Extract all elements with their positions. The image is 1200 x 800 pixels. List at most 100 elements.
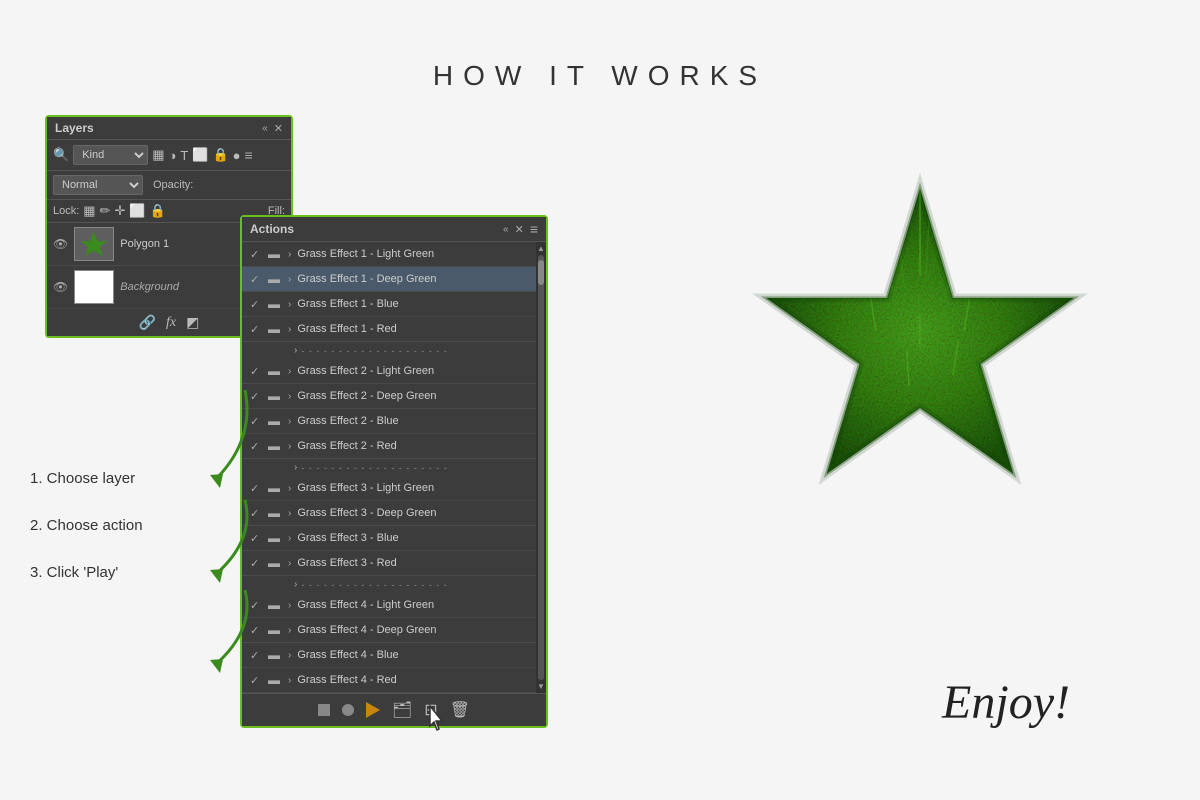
lock-move-icon[interactable]: ✛ <box>115 203 126 219</box>
actions-menu-icon[interactable]: ≡ <box>530 221 538 237</box>
search-icon[interactable]: 🔍 <box>53 147 69 163</box>
action-item-g1-red[interactable]: ✓ ▬ › Grass Effect 1 - Red <box>242 317 536 342</box>
lock-label: Lock: <box>53 205 79 217</box>
page-title: HOW IT WORKS <box>433 60 767 92</box>
chevron-right-icon: › <box>288 483 291 494</box>
mask-icon[interactable]: ◩ <box>186 314 199 331</box>
pixel-icon[interactable]: ▦ <box>152 147 164 163</box>
action-name: Grass Effect 3 - Deep Green <box>297 507 528 519</box>
record-button[interactable] <box>342 704 354 716</box>
action-doc-icon: ▬ <box>268 247 282 261</box>
action-item-g4-light-green[interactable]: ✓ ▬ › Grass Effect 4 - Light Green <box>242 593 536 618</box>
actions-footer: 🗂 ⊞ 🗑 <box>242 693 546 726</box>
action-item-g3-blue[interactable]: ✓ ▬ › Grass Effect 3 - Blue <box>242 526 536 551</box>
actions-close-icon[interactable]: ✕ <box>515 223 524 236</box>
shape-icon[interactable]: ⬜ <box>192 147 208 163</box>
scroll-up-arrow[interactable]: ▲ <box>537 244 545 253</box>
link-icon[interactable]: 🔗 <box>139 314 156 331</box>
chevron-right-icon: › <box>288 508 291 519</box>
separator-3: › - - - - - - - - - - - - - - - - - - - … <box>242 576 536 593</box>
arrow-choose-layer <box>185 380 265 500</box>
action-name: Grass Effect 1 - Deep Green <box>297 273 528 285</box>
smart-icon[interactable]: 🔒 <box>212 147 228 163</box>
action-doc-icon: ▬ <box>268 673 282 687</box>
separator-line: - - - - - - - - - - - - - - - - - - - - <box>301 580 447 590</box>
stop-button[interactable] <box>318 704 330 716</box>
action-item-g1-blue[interactable]: ✓ ▬ › Grass Effect 1 - Blue <box>242 292 536 317</box>
layers-row2: Normal Opacity: <box>47 171 291 200</box>
check-icon: ✓ <box>250 323 262 336</box>
chevron-right-icon: › <box>288 650 291 661</box>
type-icon[interactable]: T <box>180 148 188 163</box>
hamburger-icon[interactable]: ≡ <box>245 147 253 163</box>
kind-select[interactable]: Kind <box>73 145 148 165</box>
instruction-step3: 3. Click 'Play' <box>30 564 143 581</box>
action-name: Grass Effect 4 - Blue <box>297 649 528 661</box>
actions-list: ✓ ▬ › Grass Effect 1 - Light Green ✓ ▬ ›… <box>242 242 536 693</box>
action-doc-icon: ▬ <box>268 623 282 637</box>
action-name: Grass Effect 3 - Blue <box>297 532 528 544</box>
fx-icon[interactable]: fx <box>166 315 176 331</box>
actions-panel-controls: « ✕ ≡ <box>503 221 538 237</box>
action-item-g2-light-green[interactable]: ✓ ▬ › Grass Effect 2 - Light Green <box>242 359 536 384</box>
chevron-right-icon: › <box>288 441 291 452</box>
instructions: 1. Choose layer 2. Choose action 3. Clic… <box>30 470 143 611</box>
collapse-icon[interactable]: « <box>262 123 268 134</box>
action-doc-icon: ▬ <box>268 439 282 453</box>
action-doc-icon: ▬ <box>268 272 282 286</box>
action-doc-icon: ▬ <box>268 648 282 662</box>
chevron-right-icon: › <box>288 249 291 260</box>
eye-icon[interactable]: 👁 <box>53 237 68 251</box>
scroll-handle[interactable] <box>538 260 544 285</box>
action-item-g3-light-green[interactable]: ✓ ▬ › Grass Effect 3 - Light Green <box>242 476 536 501</box>
action-doc-icon: ▬ <box>268 531 282 545</box>
arrow-choose-action <box>185 490 265 590</box>
delete-button[interactable]: 🗑 <box>450 700 470 720</box>
action-item-g4-red[interactable]: ✓ ▬ › Grass Effect 4 - Red <box>242 668 536 693</box>
action-item-g1-deep-green[interactable]: ✓ ▬ › Grass Effect 1 - Deep Green <box>242 267 536 292</box>
action-item-g4-blue[interactable]: ✓ ▬ › Grass Effect 4 - Blue <box>242 643 536 668</box>
separator-line: - - - - - - - - - - - - - - - - - - - - <box>301 346 447 356</box>
eye-icon-bg[interactable]: 👁 <box>53 280 68 294</box>
close-icon[interactable]: ✕ <box>274 122 283 135</box>
check-icon: ✓ <box>250 273 262 286</box>
actions-scrollbar[interactable]: ▲ ▼ <box>536 242 546 693</box>
action-doc-icon: ▬ <box>268 481 282 495</box>
chevron-right-icon: › <box>288 625 291 636</box>
action-name: Grass Effect 2 - Deep Green <box>297 390 528 402</box>
chevron-right-icon: › <box>288 299 291 310</box>
action-doc-icon: ▬ <box>268 414 282 428</box>
lock-artboard-icon[interactable]: ⬜ <box>129 203 145 219</box>
chevron-right-icon: › <box>288 416 291 427</box>
cursor <box>426 704 450 732</box>
lock-paint-icon[interactable]: ✏ <box>100 203 111 219</box>
action-item-g2-deep-green[interactable]: ✓ ▬ › Grass Effect 2 - Deep Green <box>242 384 536 409</box>
action-name: Grass Effect 1 - Red <box>297 323 528 335</box>
chevron-right-icon: › <box>288 533 291 544</box>
layers-panel-title: Layers <box>55 121 94 135</box>
action-item-g3-deep-green[interactable]: ✓ ▬ › Grass Effect 3 - Deep Green <box>242 501 536 526</box>
layer-thumb-background <box>74 270 114 304</box>
action-name: Grass Effect 3 - Light Green <box>297 482 528 494</box>
actions-panel-title: Actions <box>250 222 294 236</box>
action-doc-icon: ▬ <box>268 389 282 403</box>
layer-name-background: Background <box>120 281 179 293</box>
arrow-click-play <box>185 580 265 680</box>
action-item-g1-light-green[interactable]: ✓ ▬ › Grass Effect 1 - Light Green <box>242 242 536 267</box>
check-icon: ✓ <box>250 298 262 311</box>
layer-name-polygon1: Polygon 1 <box>120 238 169 250</box>
actions-collapse-icon[interactable]: « <box>503 224 509 235</box>
action-item-g4-deep-green[interactable]: ✓ ▬ › Grass Effect 4 - Deep Green <box>242 618 536 643</box>
action-item-g2-red[interactable]: ✓ ▬ › Grass Effect 2 - Red <box>242 434 536 459</box>
blend-mode-select[interactable]: Normal <box>53 175 143 195</box>
action-item-g2-blue[interactable]: ✓ ▬ › Grass Effect 2 - Blue <box>242 409 536 434</box>
scroll-down-arrow[interactable]: ▼ <box>537 682 545 691</box>
adjustment-icon[interactable]: ◑ <box>168 148 176 163</box>
action-name: Grass Effect 4 - Red <box>297 674 528 686</box>
action-item-g3-red[interactable]: ✓ ▬ › Grass Effect 3 - Red <box>242 551 536 576</box>
new-folder-button[interactable]: 🗂 <box>392 700 412 720</box>
lock-all-icon[interactable]: 🔒 <box>150 203 166 219</box>
play-button[interactable] <box>366 702 380 718</box>
lock-transparent-icon[interactable]: ▦ <box>83 203 95 219</box>
actions-titlebar: Actions « ✕ ≡ <box>242 217 546 242</box>
